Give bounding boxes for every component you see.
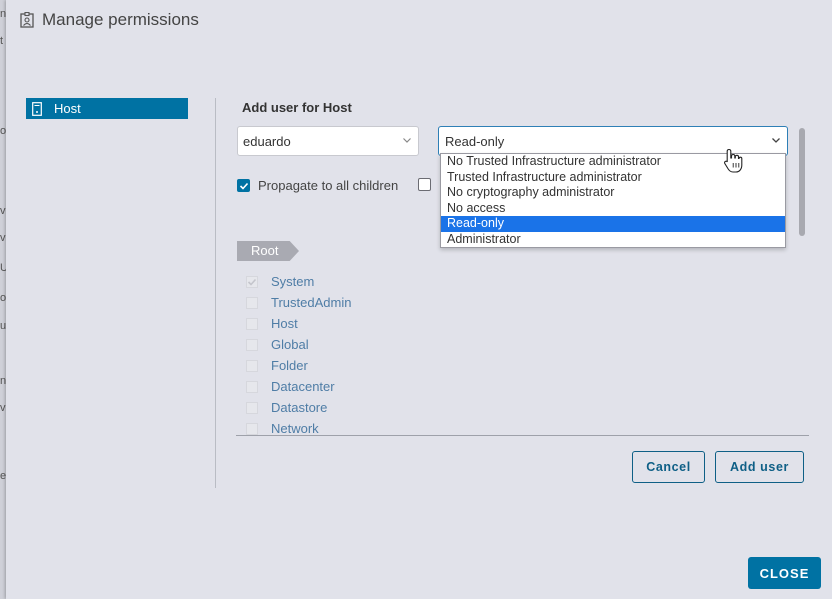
secondary-checkbox[interactable] [418, 178, 431, 191]
footer-divider [236, 435, 809, 436]
tree-item-host[interactable]: Host [26, 98, 188, 119]
privilege-item: Datastore [246, 397, 646, 418]
privilege-item: Datacenter [246, 376, 646, 397]
section-title: Add user for Host [242, 100, 352, 115]
privilege-label: System [271, 274, 315, 289]
chevron-down-icon [772, 138, 780, 143]
hand-pointer-icon [724, 148, 743, 173]
privilege-item: Folder [246, 355, 646, 376]
dialog-title: Manage permissions [42, 10, 199, 29]
privilege-checkbox [246, 380, 258, 393]
privilege-checkbox [246, 296, 258, 309]
role-option-highlighted[interactable]: Read-only [441, 216, 785, 232]
role-option[interactable]: Administrator [441, 232, 785, 248]
chevron-down-icon [403, 138, 411, 143]
close-button[interactable]: CLOSE [748, 557, 821, 589]
tree-item-label: Host [54, 101, 81, 116]
dialog-header: Manage permissions [20, 10, 199, 30]
user-value: eduardo [243, 133, 291, 149]
scrollbar-thumb[interactable] [799, 128, 805, 236]
privilege-item: Network [246, 418, 646, 435]
manage-permissions-dialog: Manage permissions Host Add user for Hos… [6, 0, 832, 599]
privilege-label: TrustedAdmin [271, 295, 352, 310]
panel-divider [215, 98, 216, 488]
privilege-label: Global [271, 337, 309, 352]
privilege-item: Global [246, 334, 646, 355]
privilege-checkbox [246, 317, 258, 330]
role-selected-value: Read-only [445, 133, 505, 149]
privilege-label: Network [271, 421, 319, 435]
privilege-label: Datacenter [271, 379, 335, 394]
root-breadcrumb[interactable]: Root [237, 241, 299, 261]
privilege-checkbox [246, 275, 258, 288]
object-tree: Host [26, 98, 188, 119]
propagate-row: Propagate to all children [237, 178, 398, 193]
privilege-list: System TrustedAdmin Host Global Folder D… [246, 271, 646, 435]
propagate-label: Propagate to all children [258, 178, 399, 193]
user-field[interactable]: eduardo [237, 126, 419, 156]
role-option[interactable]: No access [441, 201, 785, 217]
privilege-label: Folder [271, 358, 308, 373]
id-badge-icon [20, 12, 34, 28]
privilege-label: Host [271, 316, 298, 331]
privilege-item: TrustedAdmin [246, 292, 646, 313]
privilege-checkbox [246, 338, 258, 351]
host-icon [32, 101, 42, 116]
privilege-item: Host [246, 313, 646, 334]
cancel-button[interactable]: Cancel [632, 451, 705, 483]
role-option[interactable]: No cryptography administrator [441, 185, 785, 201]
privilege-item: System [246, 271, 646, 292]
checkmark-icon [247, 278, 257, 286]
add-user-button[interactable]: Add user [715, 451, 804, 483]
checkmark-icon [239, 182, 248, 190]
privilege-checkbox [246, 422, 258, 435]
privilege-checkbox [246, 359, 258, 372]
privilege-label: Datastore [271, 400, 328, 415]
privilege-checkbox [246, 401, 258, 414]
propagate-checkbox[interactable] [237, 179, 250, 192]
